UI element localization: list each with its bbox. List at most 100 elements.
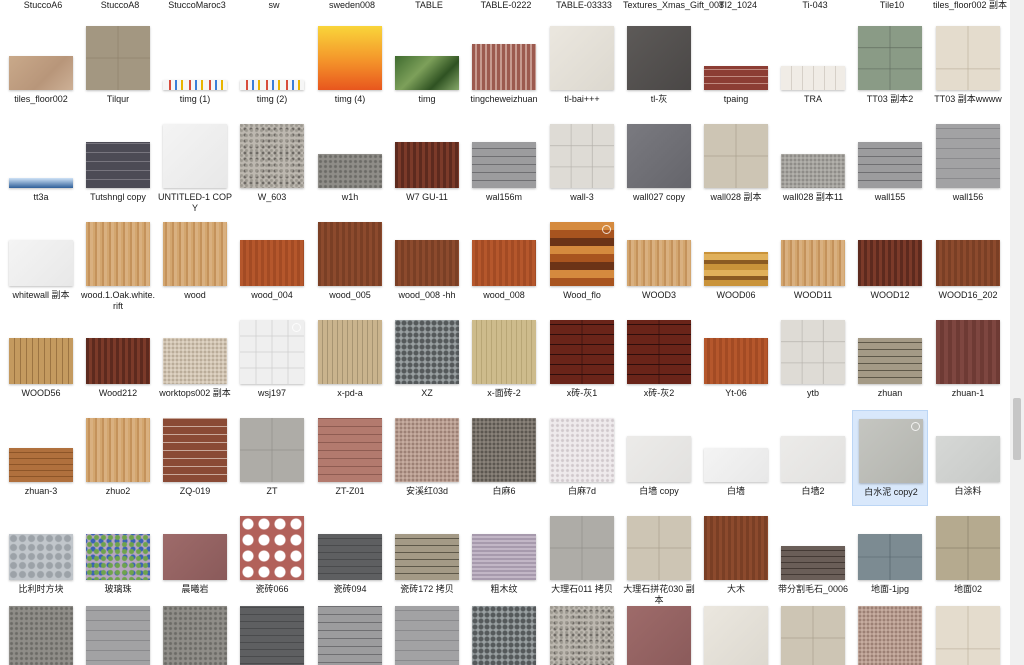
- texture-thumbnail[interactable]: [704, 448, 768, 482]
- file-item-tile[interactable]: [312, 598, 388, 665]
- texture-thumbnail[interactable]: [858, 338, 922, 384]
- file-item-tilqur[interactable]: Tilqur: [80, 18, 156, 114]
- file-label[interactable]: StuccoA8: [82, 0, 158, 11]
- file-item-wood-008[interactable]: wood_008: [466, 214, 542, 310]
- file-item-wood06[interactable]: WOOD06: [698, 214, 774, 310]
- texture-thumbnail[interactable]: [395, 418, 459, 482]
- file-item-tt03-副本2[interactable]: TT03 副本2: [852, 18, 928, 114]
- texture-thumbnail[interactable]: [163, 80, 227, 90]
- file-item-tile[interactable]: [544, 598, 620, 665]
- texture-thumbnail[interactable]: [858, 26, 922, 90]
- texture-thumbnail[interactable]: [9, 448, 73, 482]
- file-item-tile[interactable]: [389, 598, 465, 665]
- texture-thumbnail[interactable]: [472, 534, 536, 580]
- texture-thumbnail[interactable]: [858, 606, 922, 665]
- texture-thumbnail[interactable]: [86, 606, 150, 665]
- texture-thumbnail[interactable]: [163, 124, 227, 188]
- file-item-大木[interactable]: 大木: [698, 508, 774, 604]
- texture-thumbnail[interactable]: [318, 26, 382, 90]
- texture-thumbnail[interactable]: [318, 320, 382, 384]
- texture-thumbnail[interactable]: [550, 320, 614, 384]
- file-item-wood56[interactable]: WOOD56: [3, 312, 79, 408]
- texture-thumbnail[interactable]: [240, 240, 304, 286]
- texture-thumbnail[interactable]: [86, 26, 150, 90]
- file-label[interactable]: StuccoMaroc3: [159, 0, 235, 11]
- file-item-timg[interactable]: timg: [389, 18, 465, 114]
- texture-thumbnail[interactable]: [86, 418, 150, 482]
- texture-thumbnail[interactable]: [240, 320, 304, 384]
- texture-thumbnail[interactable]: [550, 516, 614, 580]
- file-item-瓷砖094[interactable]: 瓷砖094: [312, 508, 388, 604]
- file-item-白墙-copy[interactable]: 白墙 copy: [621, 410, 697, 506]
- file-item-粗木纹[interactable]: 粗木纹: [466, 508, 542, 604]
- texture-thumbnail[interactable]: [627, 606, 691, 665]
- texture-thumbnail[interactable]: [163, 222, 227, 286]
- scrollbar-thumb[interactable]: [1013, 398, 1021, 460]
- file-item-x砖-灰2[interactable]: x砖-灰2: [621, 312, 697, 408]
- texture-thumbnail[interactable]: [627, 26, 691, 90]
- texture-thumbnail[interactable]: [472, 418, 536, 482]
- file-label[interactable]: sw: [236, 0, 312, 11]
- file-item-tile[interactable]: [930, 598, 1006, 665]
- texture-thumbnail[interactable]: [472, 320, 536, 384]
- file-item-白墙[interactable]: 白墙: [698, 410, 774, 506]
- file-label[interactable]: Textures_Xmas_Gift_008: [623, 0, 724, 11]
- file-item-whitewall-副本[interactable]: whitewall 副本: [3, 214, 79, 310]
- file-item-wood-004[interactable]: wood_004: [234, 214, 310, 310]
- texture-thumbnail[interactable]: [781, 66, 845, 90]
- file-item-白墙2[interactable]: 白墙2: [775, 410, 851, 506]
- texture-thumbnail[interactable]: [859, 419, 923, 483]
- texture-thumbnail[interactable]: [936, 320, 1000, 384]
- file-item-tutshngl-copy[interactable]: Tutshngl copy: [80, 116, 156, 212]
- texture-thumbnail[interactable]: [704, 124, 768, 188]
- file-item-wood3[interactable]: WOOD3: [621, 214, 697, 310]
- texture-thumbnail[interactable]: [395, 142, 459, 188]
- texture-thumbnail[interactable]: [550, 124, 614, 188]
- file-item-x-面砖-2[interactable]: x-面砖-2: [466, 312, 542, 408]
- file-item-wood16-202[interactable]: WOOD16_202: [930, 214, 1006, 310]
- file-item-w1h[interactable]: w1h: [312, 116, 388, 212]
- texture-thumbnail[interactable]: [936, 606, 1000, 665]
- file-item-wall027-copy[interactable]: wall027 copy: [621, 116, 697, 212]
- file-item-比利时方块[interactable]: 比利时方块: [3, 508, 79, 604]
- texture-thumbnail[interactable]: [858, 240, 922, 286]
- texture-thumbnail[interactable]: [704, 338, 768, 384]
- file-item-tile[interactable]: [621, 598, 697, 665]
- file-item-白涂料[interactable]: 白涂料: [930, 410, 1006, 506]
- file-item-timg-4[interactable]: timg (4): [312, 18, 388, 114]
- texture-thumbnail[interactable]: [86, 142, 150, 188]
- file-item-wood[interactable]: wood: [157, 214, 233, 310]
- file-label[interactable]: sweden008: [314, 0, 390, 11]
- file-item-wal156m[interactable]: wal156m: [466, 116, 542, 212]
- file-item-大理石011-拷贝[interactable]: 大理石011 拷贝: [544, 508, 620, 604]
- texture-thumbnail[interactable]: [936, 516, 1000, 580]
- file-item-tile[interactable]: [80, 598, 156, 665]
- file-item-wood-005[interactable]: wood_005: [312, 214, 388, 310]
- texture-thumbnail[interactable]: [858, 534, 922, 580]
- texture-thumbnail[interactable]: [9, 240, 73, 286]
- file-item-tile[interactable]: [3, 598, 79, 665]
- file-item-wood11[interactable]: WOOD11: [775, 214, 851, 310]
- file-item-tpaing[interactable]: tpaing: [698, 18, 774, 114]
- texture-thumbnail[interactable]: [704, 66, 768, 90]
- file-item-ytb[interactable]: ytb: [775, 312, 851, 408]
- file-item-地面-1jpg[interactable]: 地面-1jpg: [852, 508, 928, 604]
- texture-thumbnail[interactable]: [472, 606, 536, 665]
- file-label[interactable]: Tile10: [854, 0, 930, 11]
- file-item-xz[interactable]: XZ: [389, 312, 465, 408]
- file-item-晨曦岩[interactable]: 晨曦岩: [157, 508, 233, 604]
- texture-thumbnail[interactable]: [9, 534, 73, 580]
- texture-thumbnail[interactable]: [318, 418, 382, 482]
- vertical-scrollbar[interactable]: [1010, 0, 1024, 665]
- file-item-worktops002-副本[interactable]: worktops002 副本: [157, 312, 233, 408]
- texture-thumbnail[interactable]: [704, 516, 768, 580]
- file-item-wall155[interactable]: wall155: [852, 116, 928, 212]
- file-item-wall156[interactable]: wall156: [930, 116, 1006, 212]
- file-item-tt03-副本wwww[interactable]: TT03 副本wwww: [930, 18, 1006, 114]
- file-item-tile[interactable]: [234, 598, 310, 665]
- file-label[interactable]: TABLE: [391, 0, 467, 11]
- texture-thumbnail[interactable]: [395, 56, 459, 90]
- file-item-安溪红03d[interactable]: 安溪红03d: [389, 410, 465, 506]
- file-item-瓷砖066[interactable]: 瓷砖066: [234, 508, 310, 604]
- texture-thumbnail[interactable]: [781, 606, 845, 665]
